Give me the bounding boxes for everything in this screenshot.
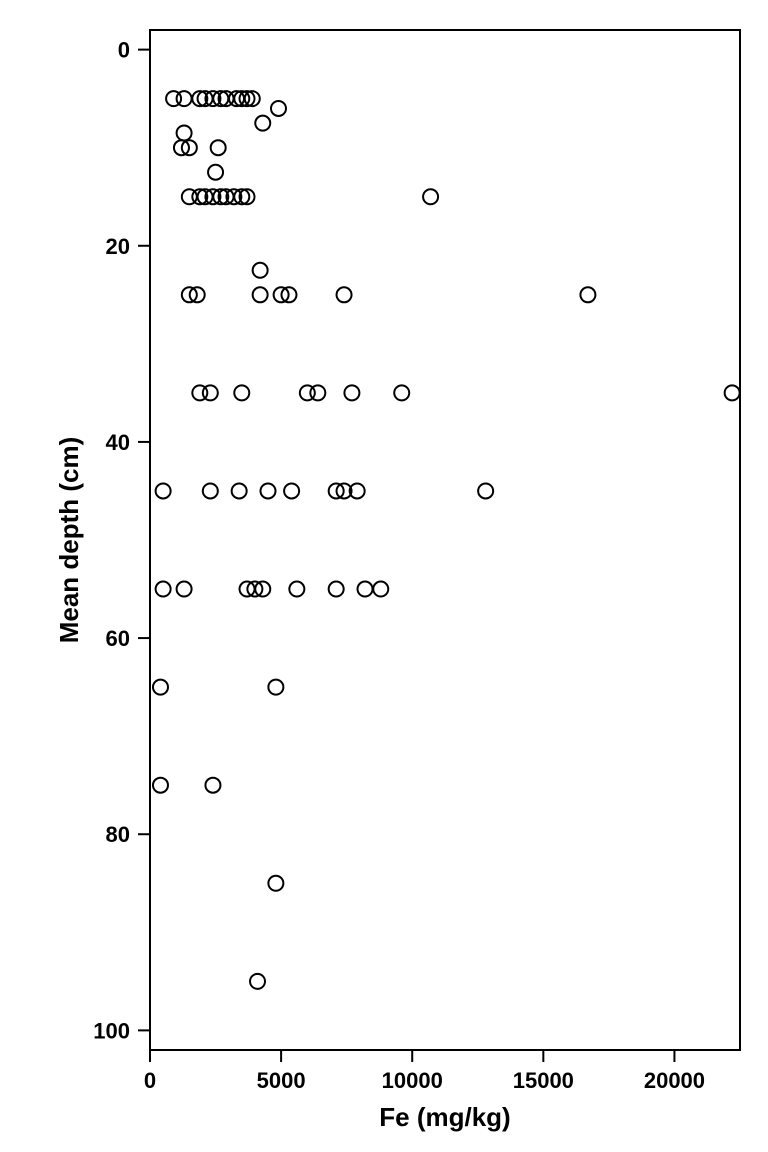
plot-area [150, 30, 740, 1050]
y-tick-label: 60 [106, 626, 130, 651]
data-point [177, 582, 192, 597]
data-point [234, 385, 249, 400]
data-point [205, 778, 220, 793]
data-point [232, 483, 247, 498]
data-point [373, 582, 388, 597]
y-tick-label: 40 [106, 430, 130, 455]
data-point [253, 287, 268, 302]
data-point [394, 385, 409, 400]
data-point [284, 483, 299, 498]
y-tick-label: 100 [93, 1018, 130, 1043]
data-point [329, 582, 344, 597]
y-tick-label: 20 [106, 234, 130, 259]
y-axis: 0 20 40 60 80 100 [93, 38, 150, 1044]
data-point [153, 778, 168, 793]
y-axis-label: Mean depth (cm) [54, 437, 84, 644]
data-point [358, 582, 373, 597]
data-point [268, 680, 283, 695]
data-point [725, 385, 740, 400]
data-point [211, 140, 226, 155]
data-point [261, 483, 276, 498]
data-point [153, 680, 168, 695]
data-point [289, 582, 304, 597]
data-point [255, 116, 270, 131]
y-tick-label: 0 [118, 38, 130, 63]
data-point [156, 582, 171, 597]
x-axis-label: Fe (mg/kg) [379, 1102, 510, 1132]
data-point [337, 287, 352, 302]
data-point [580, 287, 595, 302]
x-tick-label: 5000 [257, 1068, 306, 1093]
data-point [253, 263, 268, 278]
data-point [177, 91, 192, 106]
data-point [203, 385, 218, 400]
x-tick-label: 15000 [513, 1068, 574, 1093]
data-point [271, 101, 286, 116]
x-axis: 0 5000 10000 15000 20000 [144, 1050, 705, 1093]
data-points [153, 91, 740, 989]
data-point [310, 385, 325, 400]
data-point [203, 483, 218, 498]
data-point [478, 483, 493, 498]
data-point [423, 189, 438, 204]
data-point [344, 385, 359, 400]
x-tick-label: 0 [144, 1068, 156, 1093]
x-tick-label: 20000 [644, 1068, 705, 1093]
x-tick-label: 10000 [382, 1068, 443, 1093]
data-point [177, 125, 192, 140]
scatter-chart: 0 5000 10000 15000 20000 0 20 40 60 80 100 Fe (mg/k… [0, 0, 768, 1152]
data-point [250, 974, 265, 989]
data-point [268, 876, 283, 891]
y-tick-label: 80 [106, 822, 130, 847]
data-point [208, 165, 223, 180]
chart-svg: 0 5000 10000 15000 20000 0 20 40 60 80 100 Fe (mg/k… [0, 0, 768, 1152]
data-point [156, 483, 171, 498]
